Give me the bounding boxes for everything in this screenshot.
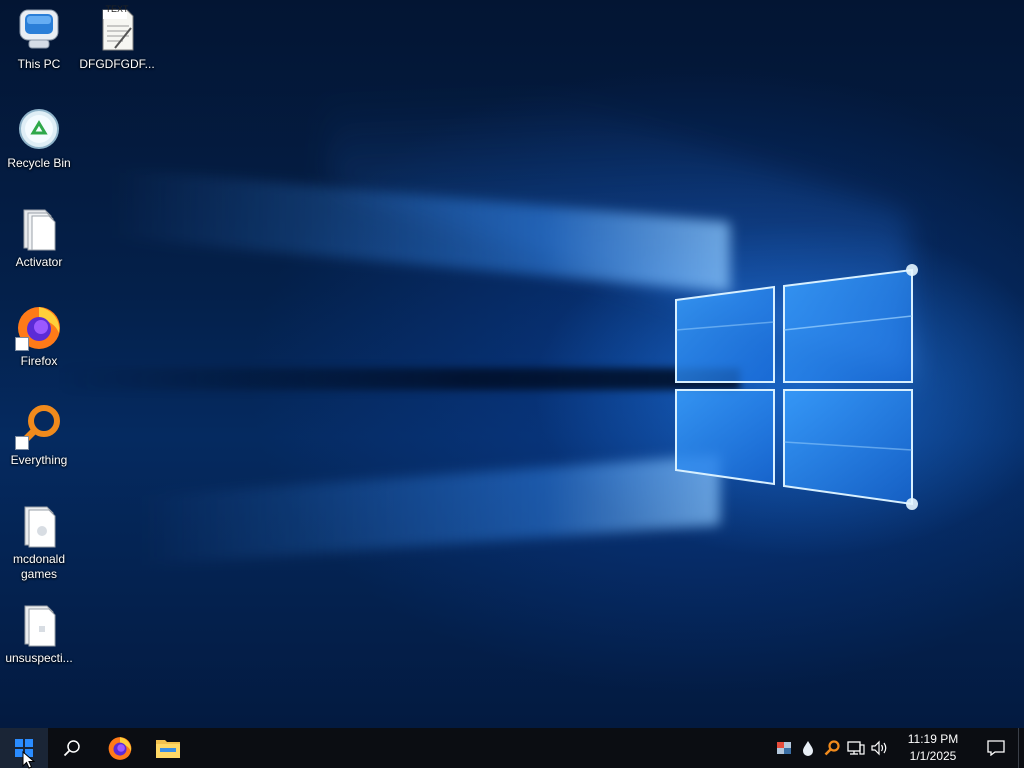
tray-volume[interactable] <box>868 728 892 768</box>
desktop-icon-everything[interactable]: Everything <box>1 396 77 468</box>
desktop-icon-label: Recycle Bin <box>7 156 71 170</box>
desktop-icon-unsuspecting[interactable]: unsuspecti... <box>1 594 77 666</box>
tray-everything[interactable] <box>820 728 844 768</box>
network-icon <box>847 741 865 755</box>
wallpaper-light-beam <box>110 167 730 292</box>
desktop-icon-label: unsuspecti... <box>5 651 73 665</box>
desktop-wallpaper[interactable]: This PC TEXT DFGDFGDF... Recycle Bin Act… <box>0 0 1024 728</box>
desktop-icon-label: Activator <box>15 255 63 269</box>
wallpaper-light-beam <box>140 455 720 566</box>
folder-icon <box>15 204 63 252</box>
action-center-button[interactable] <box>974 728 1018 768</box>
volume-icon <box>871 740 887 756</box>
desktop-icon-label: DFGDFGDF... <box>79 57 155 71</box>
water-drop-icon <box>803 741 813 756</box>
this-pc-icon <box>15 6 63 54</box>
desktop-icon-mcdonald-games[interactable]: mcdonald games <box>1 495 77 582</box>
tray-defender[interactable] <box>772 728 796 768</box>
folder-icon <box>15 501 63 549</box>
shortcut-arrow-icon <box>15 337 29 351</box>
shortcut-arrow-icon <box>15 436 29 450</box>
firefox-icon <box>108 737 132 760</box>
desktop-icon-label: Firefox <box>20 354 58 368</box>
desktop-icon-label: Everything <box>10 453 68 467</box>
everything-search-icon <box>824 740 840 756</box>
desktop-icon-recycle-bin[interactable]: Recycle Bin <box>1 99 77 171</box>
taskbar-pinned-firefox[interactable] <box>96 728 144 768</box>
show-desktop-button[interactable] <box>1018 728 1024 768</box>
recycle-bin-icon <box>15 105 63 153</box>
everything-search-icon <box>15 402 63 450</box>
wallpaper-shadow-band <box>60 368 740 390</box>
search-icon <box>63 740 80 757</box>
wallpaper-windows-logo <box>675 264 918 510</box>
taskbar: 11:19 PM 1/1/2025 <box>0 728 1024 768</box>
desktop-icon-label: This PC <box>17 57 61 71</box>
text-file-icon: TEXT <box>93 4 141 54</box>
system-tray: 11:19 PM 1/1/2025 <box>772 728 1024 768</box>
tray-network[interactable] <box>844 728 868 768</box>
file-explorer-icon <box>156 740 180 758</box>
tray-water-drop[interactable] <box>796 728 820 768</box>
taskbar-clock[interactable]: 11:19 PM 1/1/2025 <box>898 731 968 765</box>
desktop-icon-activator[interactable]: Activator <box>1 198 77 270</box>
mouse-cursor-icon <box>22 751 36 769</box>
defender-icon <box>777 742 791 754</box>
text-file-badge: TEXT <box>105 4 129 14</box>
taskbar-pinned-file-explorer[interactable] <box>144 728 192 768</box>
search-button[interactable] <box>48 728 96 768</box>
desktop-icon-firefox[interactable]: Firefox <box>1 297 77 369</box>
notification-icon <box>987 740 1005 756</box>
clock-time: 11:19 PM <box>907 732 959 746</box>
desktop-icon-label: mcdonald games <box>12 552 66 581</box>
desktop-icon-this-pc[interactable]: This PC <box>1 0 77 72</box>
firefox-icon <box>15 303 63 351</box>
desktop-icon-text-file[interactable]: TEXT DFGDFGDF... <box>79 0 155 72</box>
folder-icon <box>15 600 63 648</box>
clock-date: 1/1/2025 <box>909 749 957 763</box>
